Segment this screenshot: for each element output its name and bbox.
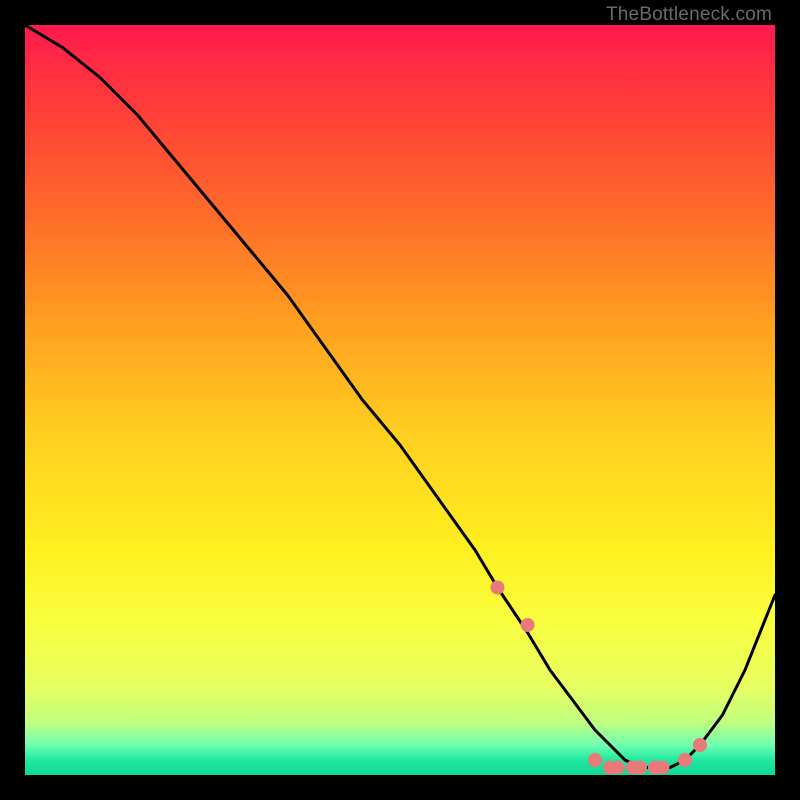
marker-dot (588, 753, 602, 767)
marker-dot (656, 761, 670, 775)
watermark-text: TheBottleneck.com (606, 4, 772, 26)
marker-dot (611, 761, 625, 775)
highlight-markers (491, 581, 708, 775)
bottleneck-curve (25, 25, 775, 768)
marker-dot (678, 753, 692, 767)
curve-layer (25, 25, 775, 775)
marker-dot (633, 761, 647, 775)
marker-dot (693, 738, 707, 752)
chart-frame: TheBottleneck.com (0, 0, 800, 800)
marker-dot (521, 618, 535, 632)
marker-dot (491, 581, 505, 595)
plot-area (25, 25, 775, 775)
